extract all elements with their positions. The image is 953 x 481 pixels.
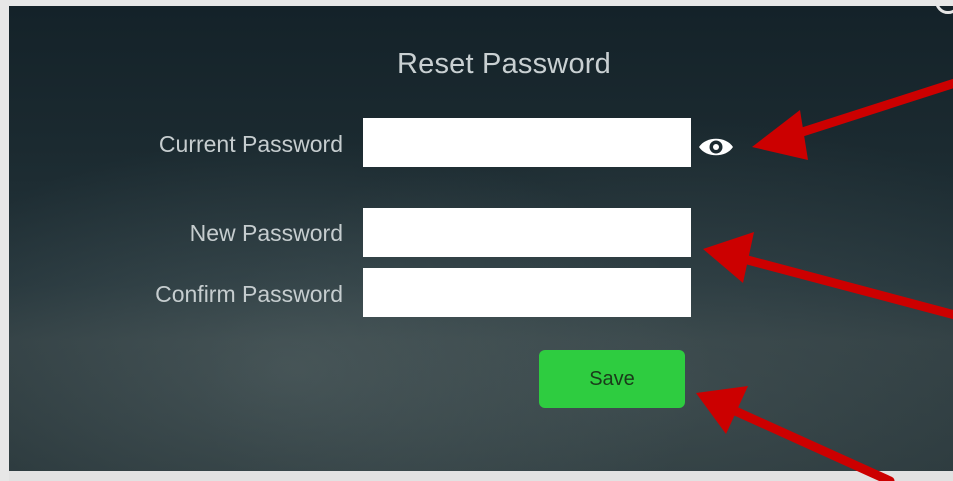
dialog-title-text: Reset Password bbox=[397, 48, 611, 80]
current-password-label: Current Password bbox=[158, 131, 343, 157]
eye-icon[interactable] bbox=[696, 134, 736, 160]
dialog-title: Reset Password bbox=[9, 48, 953, 81]
confirm-password-field[interactable] bbox=[363, 268, 691, 317]
new-password-field[interactable] bbox=[363, 208, 691, 257]
bottom-strip bbox=[9, 471, 953, 481]
confirm-password-label: Confirm Password bbox=[155, 281, 343, 307]
new-password-label: New Password bbox=[189, 220, 343, 246]
current-password-field[interactable] bbox=[363, 118, 691, 167]
save-button[interactable]: Save bbox=[539, 350, 685, 408]
reset-password-panel: Reset Password Current Password New Pass… bbox=[9, 6, 953, 471]
